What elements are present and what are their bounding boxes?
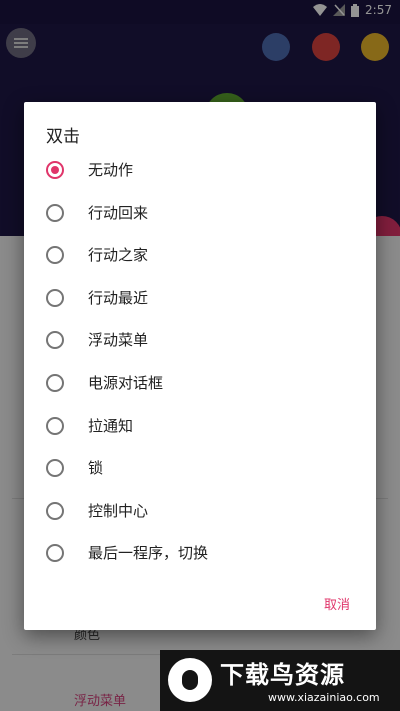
radio-unchecked-icon[interactable] (46, 544, 64, 563)
radio-unchecked-icon[interactable] (46, 459, 64, 478)
radio-option-label: 浮动菜单 (88, 331, 149, 350)
radio-unchecked-icon[interactable] (46, 331, 64, 350)
radio-checked-icon[interactable] (46, 161, 64, 179)
radio-unchecked-icon[interactable] (46, 374, 64, 392)
radio-option-label: 无动作 (88, 161, 134, 179)
watermark-title: 下载鸟资源 (220, 661, 345, 689)
radio-unchecked-icon[interactable] (46, 501, 64, 520)
radio-unchecked-icon[interactable] (46, 416, 64, 435)
watermark-url: www.xiazainiao.com (268, 691, 380, 704)
cancel-button[interactable]: 取消 (324, 594, 350, 613)
radio-option[interactable]: 拉通知 (24, 405, 376, 447)
radio-option[interactable]: 锁 (24, 447, 376, 489)
radio-option[interactable]: 控制中心 (24, 490, 376, 532)
watermark: 下载鸟资源 www.xiazainiao.com (160, 650, 400, 711)
radio-option[interactable]: 行动回来 (24, 192, 376, 234)
radio-option-label: 行动之家 (88, 246, 149, 265)
radio-option[interactable]: 最后一程序，切换 (24, 532, 376, 574)
radio-option[interactable]: 行动之家 (24, 234, 376, 276)
radio-option[interactable]: 电源对话框 (24, 362, 376, 404)
radio-option-label: 锁 (88, 459, 104, 478)
radio-option-label: 拉通知 (88, 416, 134, 435)
radio-unchecked-icon[interactable] (46, 203, 64, 222)
double-tap-action-dialog: 双击 无动作行动回来行动之家行动最近浮动菜单电源对话框拉通知锁控制中心最后一程序… (24, 102, 376, 630)
radio-unchecked-icon[interactable] (46, 288, 64, 307)
radio-option-label: 最后一程序，切换 (88, 544, 209, 563)
dialog-title: 双击 (46, 127, 80, 147)
watermark-logo-icon (168, 658, 212, 702)
radio-unchecked-icon[interactable] (46, 246, 64, 265)
radio-option[interactable]: 无动作 (24, 149, 376, 191)
radio-option-label: 行动最近 (88, 288, 149, 307)
radio-option[interactable]: 行动最近 (24, 277, 376, 319)
radio-option-label: 控制中心 (88, 501, 149, 520)
radio-option-label: 行动回来 (88, 203, 149, 222)
radio-option[interactable]: 浮动菜单 (24, 319, 376, 361)
radio-option-label: 电源对话框 (88, 374, 164, 392)
